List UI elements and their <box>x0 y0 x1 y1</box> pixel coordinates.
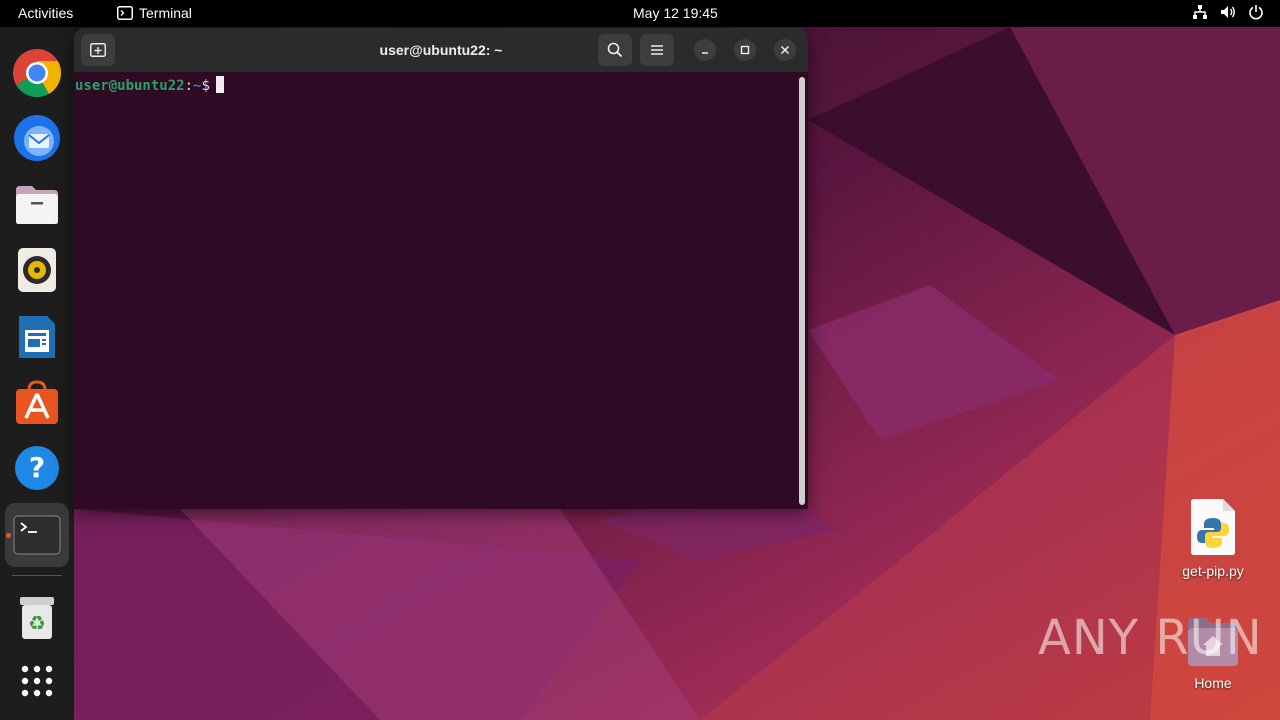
minimize-icon <box>702 52 708 54</box>
app-menu[interactable]: Terminal <box>117 5 192 21</box>
help-icon: ? <box>15 446 59 490</box>
rhythmbox-icon <box>18 248 56 292</box>
dock-app-center[interactable] <box>5 371 69 435</box>
desktop-icon-label: Home <box>1194 675 1232 691</box>
text-cursor <box>215 76 224 93</box>
system-tray[interactable] <box>1192 4 1264 20</box>
prompt-colon: : <box>184 78 194 94</box>
files-icon <box>16 186 58 224</box>
close-button[interactable] <box>774 39 796 61</box>
prompt-user: user@ubuntu22 <box>75 78 185 94</box>
search-icon <box>607 42 623 58</box>
app-center-icon <box>16 380 58 424</box>
clock[interactable]: May 12 19:45 <box>633 5 718 21</box>
hamburger-icon <box>651 45 663 55</box>
app-menu-label: Terminal <box>139 5 192 21</box>
dock-writer[interactable] <box>5 305 69 369</box>
terminal-scrollbar[interactable] <box>799 77 805 505</box>
chrome-icon <box>13 49 62 98</box>
terminal-window[interactable]: user@ubuntu22: ~ user@ubuntu22:~$ <box>74 28 808 509</box>
dock-show-apps[interactable] <box>5 649 69 713</box>
close-icon <box>780 45 790 55</box>
dock-chrome[interactable] <box>5 41 69 105</box>
maximize-icon <box>740 45 750 55</box>
terminal-body[interactable]: user@ubuntu22:~$ <box>74 72 808 509</box>
dock-trash[interactable]: ♻ <box>5 586 69 650</box>
dock-terminal[interactable] <box>5 503 69 567</box>
svg-text:?: ? <box>29 451 45 484</box>
maximize-button[interactable] <box>734 39 756 61</box>
watermark: ANY RUN <box>1038 610 1263 666</box>
power-icon[interactable] <box>1248 4 1264 20</box>
minimize-button[interactable] <box>694 39 716 61</box>
top-bar: Activities Terminal May 12 19:45 <box>0 0 1280 27</box>
trash-icon: ♻ <box>20 597 54 639</box>
search-button[interactable] <box>598 34 632 66</box>
desktop-icon-label: get-pip.py <box>1182 563 1244 579</box>
python-file-icon <box>1191 499 1235 555</box>
writer-icon <box>19 316 55 358</box>
svg-text:♻: ♻ <box>28 611 46 635</box>
running-indicator <box>6 533 11 538</box>
dock-files[interactable] <box>5 173 69 237</box>
dock-thunderbird[interactable] <box>5 106 69 170</box>
network-icon[interactable] <box>1192 4 1208 20</box>
terminal-icon <box>13 515 61 555</box>
terminal-header-bar[interactable]: user@ubuntu22: ~ <box>74 28 808 72</box>
dock-rhythmbox[interactable] <box>5 238 69 302</box>
volume-icon[interactable] <box>1220 4 1236 20</box>
dock: ? ♻ <box>0 27 74 720</box>
menu-button[interactable] <box>640 34 674 66</box>
desktop-file-get-pip[interactable]: get-pip.py <box>1173 498 1253 579</box>
show-apps-icon <box>21 665 53 697</box>
dock-help[interactable]: ? <box>5 436 69 500</box>
shell-prompt: user@ubuntu22:~$ <box>75 76 224 94</box>
thunderbird-icon <box>14 115 60 161</box>
activities-button[interactable]: Activities <box>18 5 73 21</box>
dock-separator <box>12 575 62 576</box>
prompt-symbol: $ <box>201 78 210 94</box>
terminal-small-icon <box>117 6 133 20</box>
